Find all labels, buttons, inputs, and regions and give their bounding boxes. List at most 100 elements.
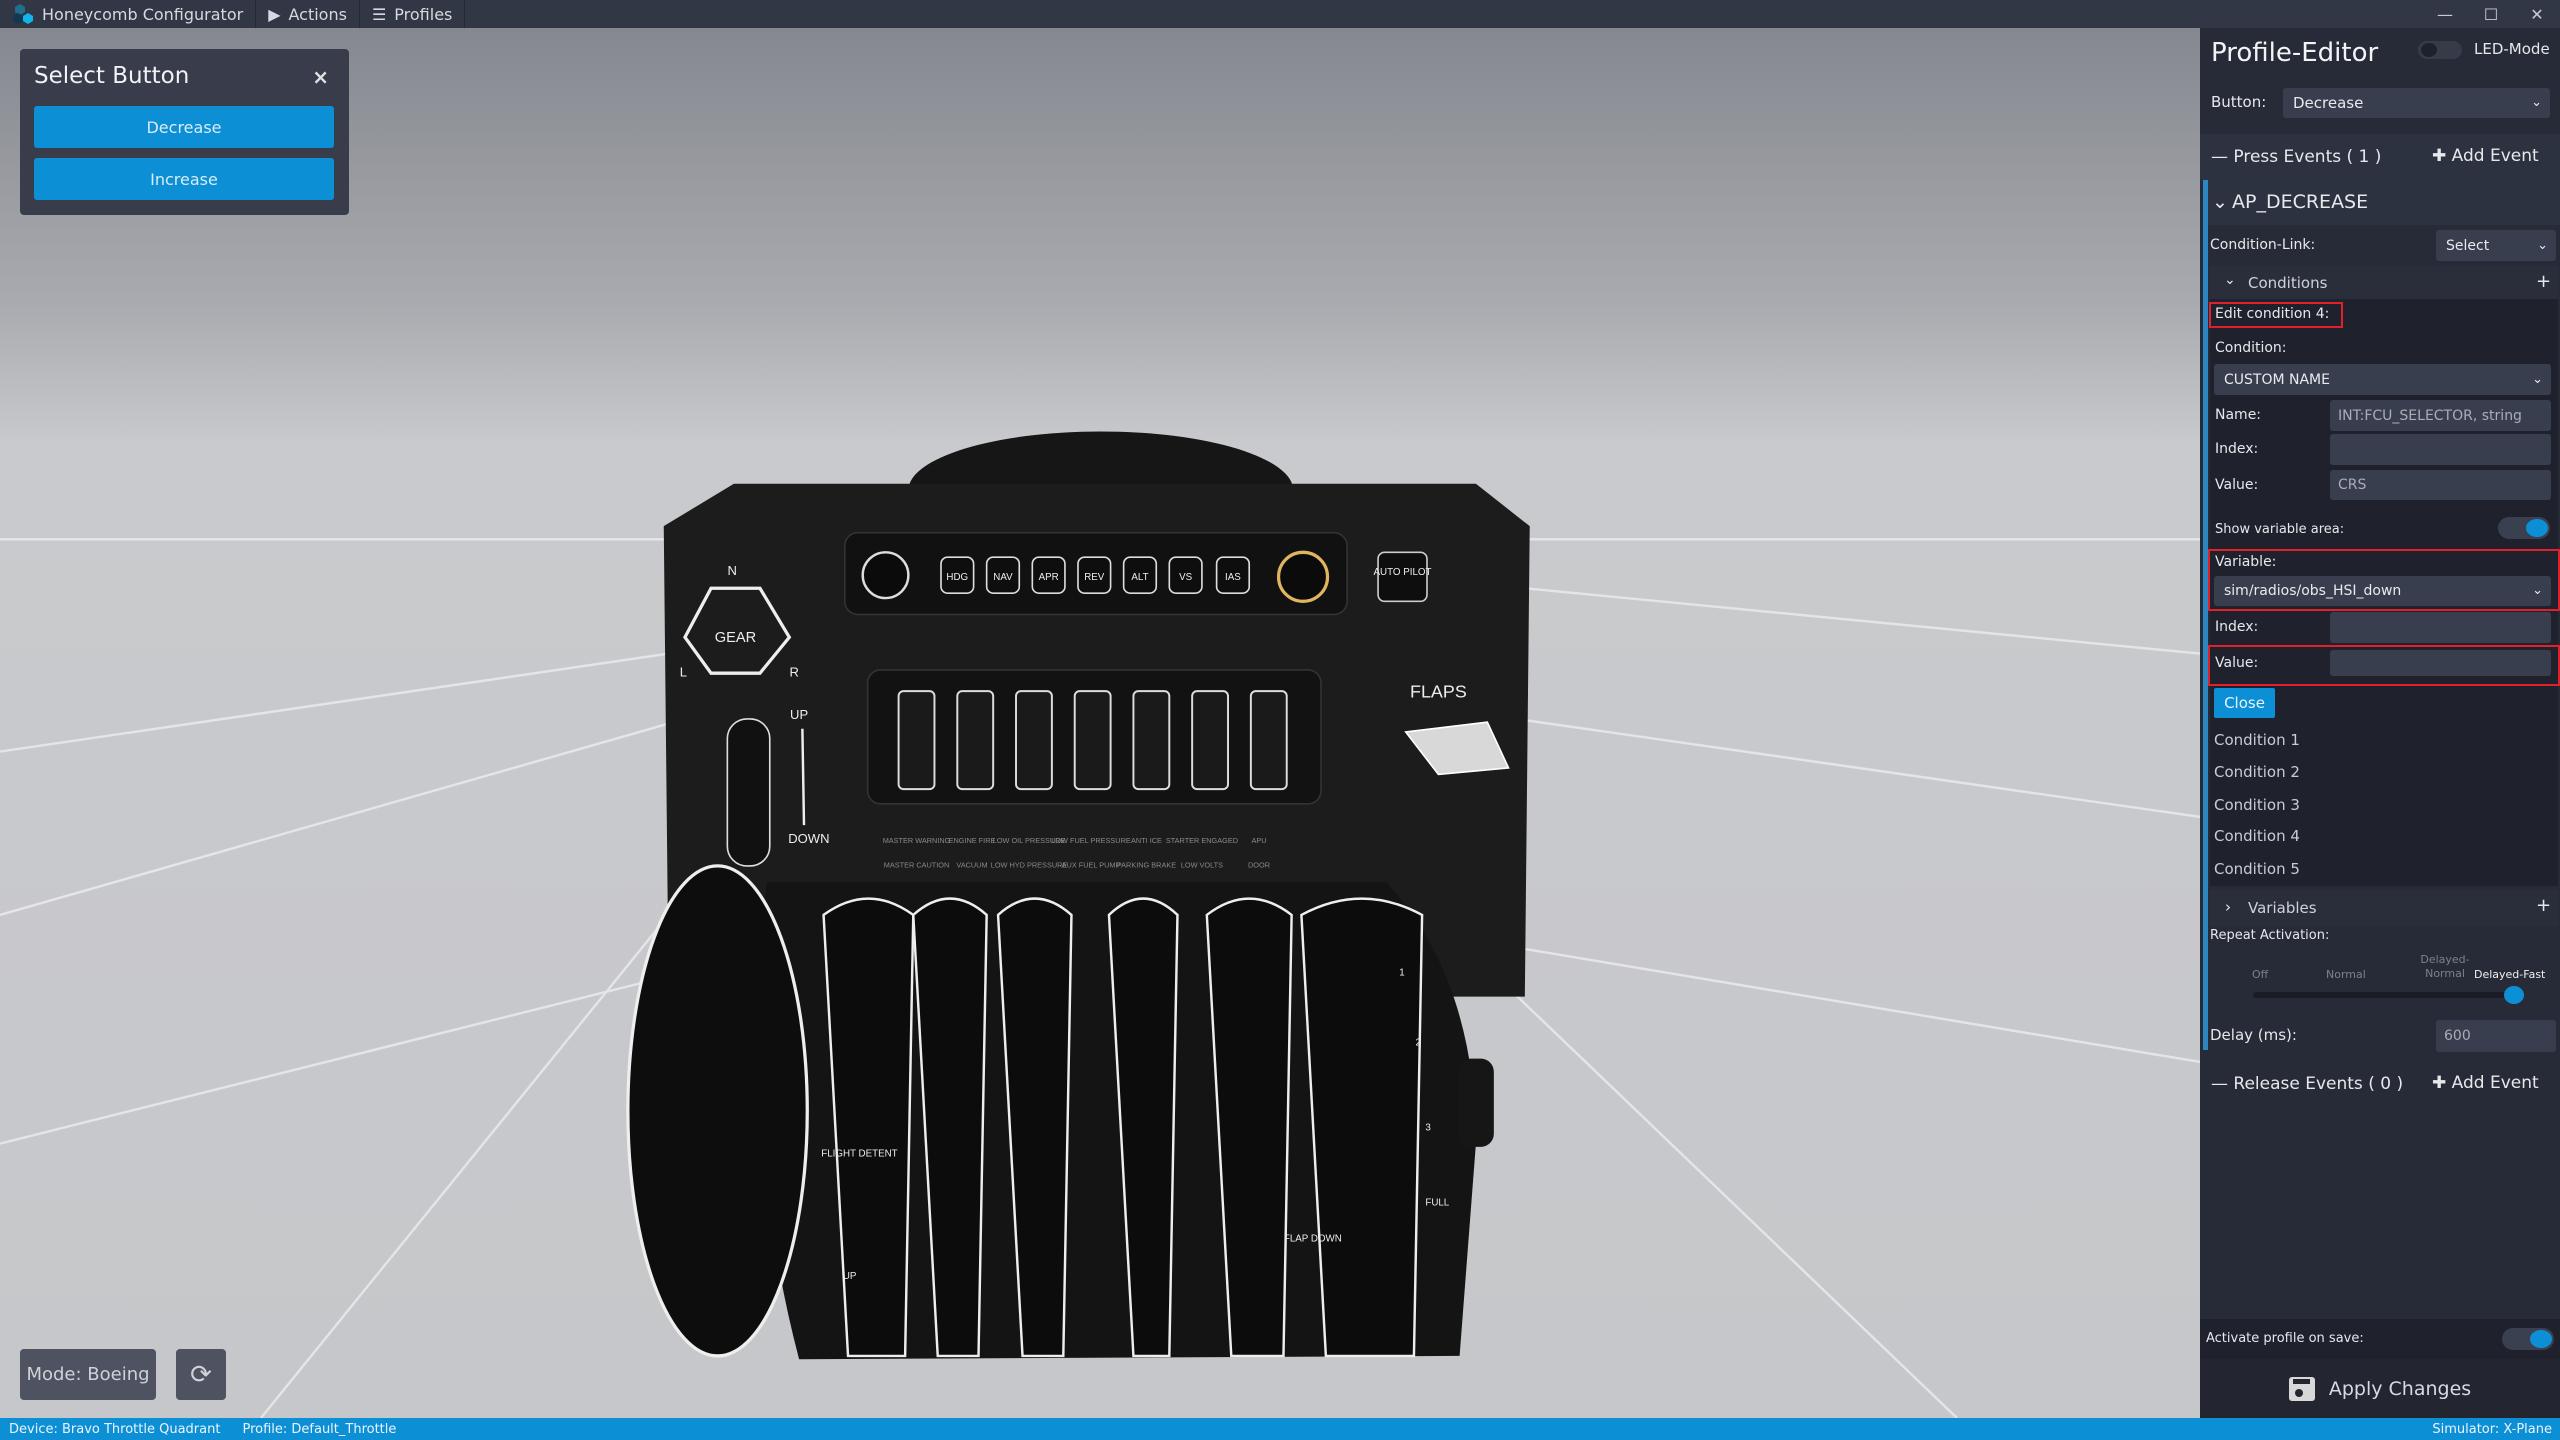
mode-knob[interactable]: [861, 551, 910, 600]
ap-button-label: HDG: [946, 572, 968, 583]
device-status: Device: Bravo Throttle Quadrant: [9, 1421, 221, 1437]
repeat-option[interactable]: Delayed-Normal: [2410, 953, 2480, 981]
throttle-quadrant-model[interactable]: HDG NAV APR REV ALT VS IAS AUTO PILOT GEAR N L…: [0, 28, 2200, 1418]
condition-link-label: Condition-Link:: [2210, 237, 2316, 253]
index-label: Index:: [2215, 441, 2259, 457]
add-variable-button[interactable]: +: [2536, 895, 2551, 916]
play-icon: ▶: [268, 4, 281, 24]
adjust-knob[interactable]: [1276, 550, 1330, 603]
gear-handle-wheel[interactable]: [626, 864, 809, 1358]
gear-mark: N: [728, 563, 737, 578]
variable-index-input[interactable]: [2330, 612, 2551, 643]
release-events-title[interactable]: — Release Events ( 0 ): [2211, 1074, 2403, 1094]
simulator-status: Simulator: X-Plane: [2432, 1421, 2552, 1437]
toggle-switch[interactable]: [1132, 690, 1171, 791]
annunciator-label: PARKING BRAKE: [1117, 861, 1176, 870]
autopilot-label: AUTO PILOT: [1374, 567, 1432, 578]
maximize-button[interactable]: ☐: [2468, 0, 2514, 28]
ap-button-label: NAV: [993, 572, 1013, 583]
annunciator-label: MASTER CAUTION: [884, 861, 950, 870]
select-button-panel: Select Button × Decrease Increase: [20, 49, 349, 215]
variable-value-input[interactable]: [2330, 650, 2551, 676]
chevron-down-icon: ⌄: [2212, 191, 2228, 213]
decrease-button[interactable]: Decrease: [34, 106, 334, 148]
toggle-switch[interactable]: [1191, 690, 1229, 791]
gear-mark: L: [680, 664, 687, 679]
value-input[interactable]: CRS: [2330, 470, 2551, 500]
menu-actions[interactable]: ▶ Actions: [256, 0, 360, 28]
activate-profile-row: Activate profile on save:: [2200, 1319, 2560, 1359]
title-bar: Honeycomb Configurator ▶ Actions ☰ Profile…: [0, 0, 2560, 28]
button-select[interactable]: Decrease ⌄: [2283, 88, 2550, 118]
flight-detent-label: FLIGHT DETENT: [821, 1149, 897, 1160]
flap-position-label: 2: [1416, 1038, 1421, 1049]
mode-button[interactable]: Mode: Boeing: [20, 1349, 156, 1400]
condition-item[interactable]: Condition 5: [2214, 860, 2300, 878]
increase-button[interactable]: Increase: [34, 158, 334, 200]
led-mode-label: LED-Mode: [2474, 40, 2550, 58]
ap-button-label: IAS: [1225, 572, 1241, 583]
add-event-button[interactable]: ✚ Add Event: [2432, 146, 2539, 166]
refresh-icon[interactable]: ⟳: [176, 1349, 226, 1400]
annunciator-label: STARTER ENGAGED: [1166, 836, 1238, 845]
close-button[interactable]: Close: [2214, 688, 2275, 718]
show-variable-toggle[interactable]: [2498, 517, 2550, 539]
annunciator-label: DOOR: [1248, 861, 1270, 870]
apply-changes-button[interactable]: Apply Changes: [2200, 1359, 2560, 1418]
minimize-button[interactable]: —: [2422, 0, 2468, 28]
repeat-option[interactable]: Off: [2252, 968, 2268, 981]
repeat-option[interactable]: Normal: [2326, 968, 2366, 981]
3d-viewport[interactable]: HDG NAV APR REV ALT VS IAS AUTO PILOT GEAR N L…: [0, 28, 2200, 1418]
conditions-header[interactable]: ⌄ Conditions +: [2210, 266, 2558, 299]
ap-button-label: VS: [1179, 572, 1193, 583]
event-name: AP_DECREASE: [2232, 191, 2369, 213]
condition-item[interactable]: Condition 1: [2214, 731, 2300, 749]
repeat-option-selected[interactable]: Delayed-Fast: [2474, 968, 2545, 981]
trim-wheel[interactable]: [1457, 1058, 1494, 1147]
flap-position-label: 3: [1425, 1123, 1431, 1134]
annunciator-label: ENGINE FIRE: [949, 836, 996, 845]
index-input[interactable]: [2330, 434, 2551, 465]
add-condition-button[interactable]: +: [2536, 271, 2551, 292]
close-icon[interactable]: ×: [312, 65, 329, 89]
gear-mark: R: [790, 664, 799, 679]
close-window-button[interactable]: ✕: [2514, 0, 2560, 28]
condition-item[interactable]: Condition 3: [2214, 796, 2300, 814]
condition-item[interactable]: Condition 2: [2214, 763, 2300, 781]
delay-label: Delay (ms):: [2210, 1026, 2297, 1044]
repeat-slider-track[interactable]: [2253, 992, 2523, 998]
toggle-switch[interactable]: [897, 690, 936, 791]
press-events-title[interactable]: — Press Events ( 1 ): [2211, 147, 2381, 167]
name-input[interactable]: INT:FCU_SELECTOR, string: [2330, 400, 2551, 431]
flap-position-label: 1: [1399, 967, 1404, 978]
variable-select[interactable]: sim/radios/obs_HSI_down ⌄: [2214, 576, 2551, 606]
variable-index-label: Index:: [2215, 619, 2259, 635]
variables-header[interactable]: › Variables +: [2210, 890, 2558, 926]
value-label: Value:: [2215, 477, 2259, 493]
gear-up-label: UP: [790, 707, 808, 722]
annunciator-label: APU: [1251, 836, 1266, 845]
condition-label: Condition:: [2215, 340, 2287, 356]
up-label: UP: [843, 1271, 857, 1282]
condition-select[interactable]: CUSTOM NAME ⌄: [2214, 364, 2551, 395]
repeat-slider-thumb[interactable]: [2504, 986, 2524, 1004]
gear-lever-slot[interactable]: [726, 718, 771, 867]
condition-item[interactable]: Condition 4: [2214, 827, 2300, 845]
delay-input[interactable]: 600: [2436, 1020, 2556, 1052]
honeycomb-logo-icon: [13, 4, 33, 24]
toggle-switch[interactable]: [1073, 690, 1112, 791]
toggle-switch[interactable]: [1015, 690, 1053, 791]
toggle-switch[interactable]: [956, 690, 995, 791]
menu-profiles[interactable]: ☰ Profiles: [360, 0, 466, 28]
activate-profile-toggle[interactable]: [2502, 1328, 2554, 1350]
condition-link-select[interactable]: Select ⌄: [2436, 230, 2556, 261]
flap-down-label: FLAP DOWN: [1284, 1234, 1342, 1245]
event-indicator: [2203, 180, 2208, 1050]
chevron-down-icon: ⌄: [2537, 237, 2548, 253]
annunciator-label: MASTER WARNING: [883, 836, 951, 845]
list-icon: ☰: [371, 4, 387, 24]
event-header[interactable]: ⌄ AP_DECREASE: [2208, 180, 2560, 225]
led-mode-toggle[interactable]: [2418, 41, 2462, 59]
toggle-switch[interactable]: [1249, 690, 1288, 791]
release-add-event-button[interactable]: ✚ Add Event: [2432, 1073, 2539, 1093]
